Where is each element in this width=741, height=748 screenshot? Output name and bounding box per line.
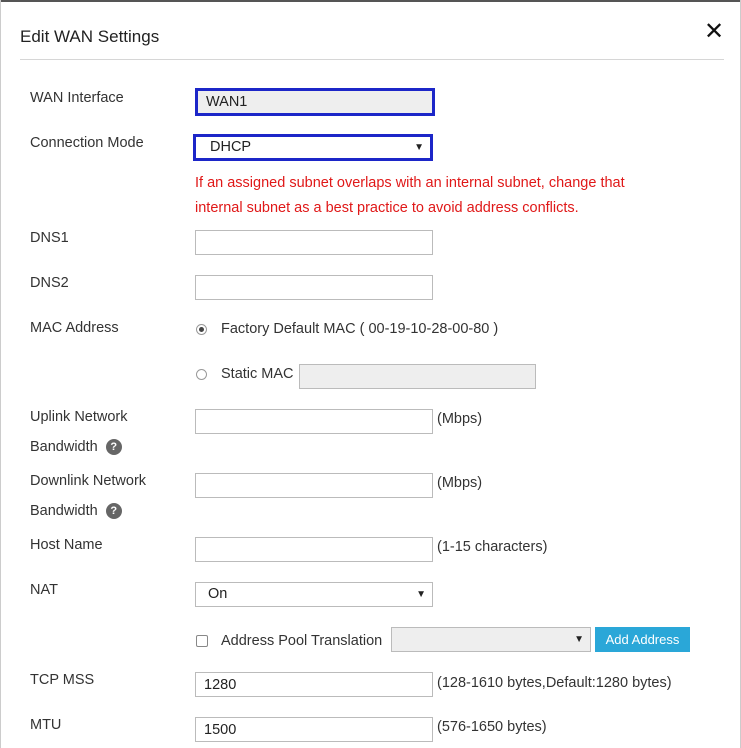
chevron-down-icon: ▼ (414, 142, 424, 153)
uplink-label-line2: Bandwidth? (30, 433, 122, 462)
static-mac-label: Static MAC (221, 366, 294, 382)
static-mac-input (299, 364, 536, 389)
nat-label: NAT (30, 582, 58, 598)
chevron-down-icon: ▼ (416, 589, 426, 600)
chevron-down-icon: ▼ (574, 634, 584, 645)
downlink-label-text: Bandwidth (30, 503, 98, 519)
factory-mac-label: Factory Default MAC ( 00-19-10-28-00-80 … (221, 321, 499, 337)
top-border (1, 0, 740, 2)
dialog-title: Edit WAN Settings (20, 27, 160, 46)
dns1-label: DNS1 (30, 230, 69, 246)
address-pool-label: Address Pool Translation (221, 633, 383, 649)
tcp-mss-hint: (128-1610 bytes,Default:1280 bytes) (437, 675, 672, 691)
subnet-warning-line1: If an assigned subnet overlaps with an i… (195, 175, 625, 191)
uplink-unit: (Mbps) (437, 411, 483, 427)
factory-mac-radio[interactable] (196, 324, 207, 335)
dns2-label: DNS2 (30, 275, 69, 291)
uplink-bandwidth-input[interactable] (195, 409, 433, 434)
host-name-input[interactable] (195, 537, 433, 562)
downlink-bandwidth-input[interactable] (195, 473, 433, 498)
downlink-label-line1: Downlink Network (30, 473, 147, 489)
connection-mode-label: Connection Mode (30, 135, 144, 151)
host-name-hint: (1-15 characters) (437, 539, 548, 555)
downlink-unit: (Mbps) (437, 475, 483, 491)
mac-address-label: MAC Address (30, 320, 119, 336)
uplink-label-text: Bandwidth (30, 439, 98, 455)
connection-mode-select[interactable]: DHCP ▼ (193, 134, 433, 161)
help-icon[interactable]: ? (105, 503, 122, 520)
static-mac-radio[interactable] (196, 369, 207, 380)
mtu-hint: (576-1650 bytes) (437, 719, 547, 735)
help-icon[interactable]: ? (105, 439, 122, 456)
header-divider (20, 59, 724, 60)
uplink-label-line1: Uplink Network (30, 409, 128, 425)
tcp-mss-input[interactable] (195, 672, 433, 697)
nat-select[interactable]: On ▼ (195, 582, 433, 607)
mtu-label: MTU (30, 717, 62, 733)
wan-interface-label: WAN Interface (30, 90, 124, 106)
host-name-label: Host Name (30, 537, 103, 553)
nat-value: On (208, 586, 228, 602)
mtu-input[interactable] (195, 717, 433, 742)
edit-wan-dialog: Edit WAN Settings ✕ WAN Interface WAN1 C… (0, 0, 741, 748)
dns1-input[interactable] (195, 230, 433, 255)
downlink-label-line2: Bandwidth? (30, 497, 122, 526)
tcp-mss-label: TCP MSS (30, 672, 95, 688)
address-pool-select: ▼ (391, 627, 591, 652)
wan-interface-field: WAN1 (195, 88, 435, 116)
subnet-warning-line2: internal subnet as a best practice to av… (195, 200, 579, 216)
close-icon[interactable]: ✕ (704, 18, 724, 46)
connection-mode-value: DHCP (210, 139, 252, 155)
dns2-input[interactable] (195, 275, 433, 300)
address-pool-checkbox[interactable] (196, 635, 208, 647)
add-address-button[interactable]: Add Address (595, 627, 690, 652)
